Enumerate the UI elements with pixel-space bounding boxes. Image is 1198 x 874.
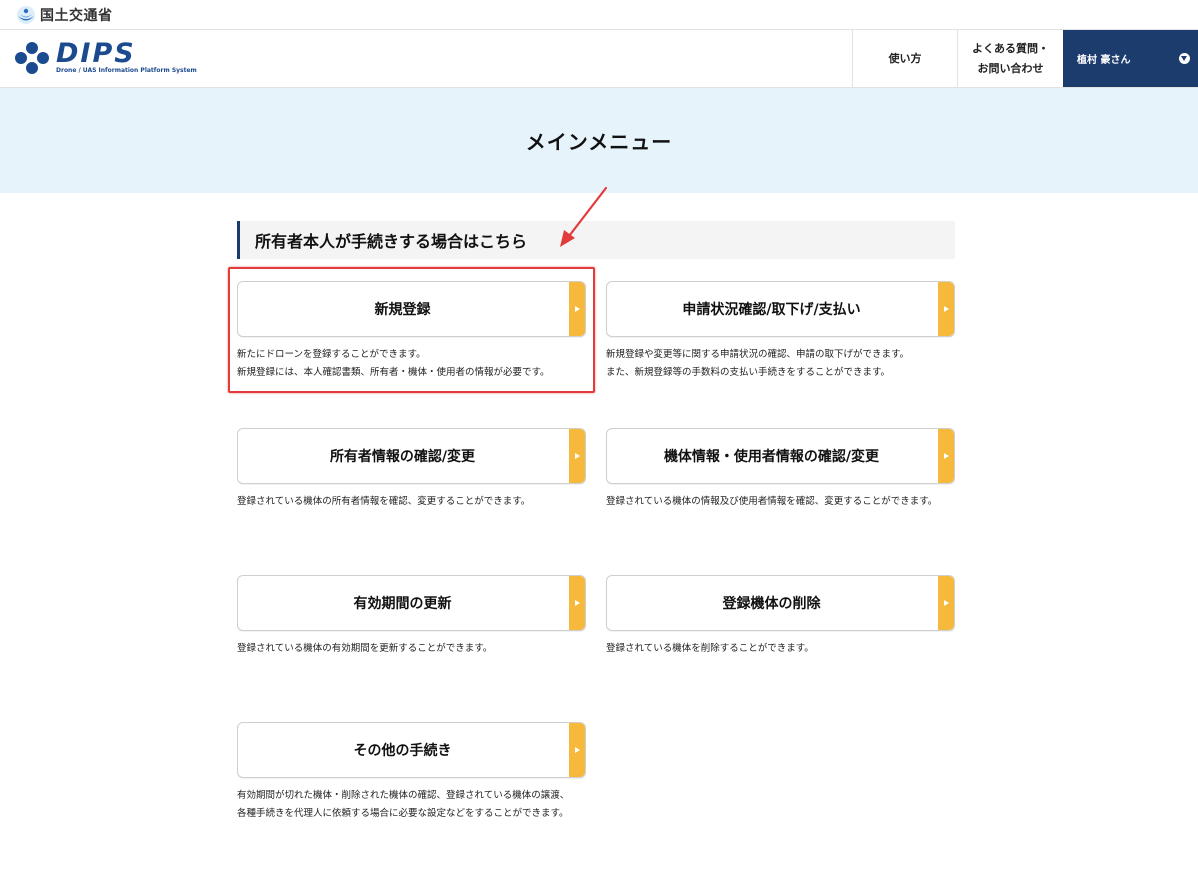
menu-button-label: 登録機体の削除 — [722, 596, 821, 612]
user-name: 植村 豪さん — [1077, 55, 1131, 66]
menu-button-label: 機体情報・使用者情報の確認/変更 — [663, 449, 880, 465]
nav-faq-label-line1: よくある質問・ — [972, 41, 1049, 55]
site-header: DIPS Drone / UAS Information Platform Sy… — [0, 30, 1198, 88]
ministry-bar: 国土交通省 — [0, 0, 1198, 30]
menu-description-line: 登録されている機体を削除することができます。 — [606, 643, 814, 654]
user-menu[interactable]: 植村 豪さん — [1063, 30, 1198, 87]
delete-aircraft-button[interactable]: 登録機体の削除 — [606, 575, 955, 631]
annotation-highlight-box — [228, 267, 595, 393]
menu-description-line: 新規登録や変更等に関する申請状況の確認、申請の取下げができます。 — [606, 349, 910, 360]
nav-faq-label-line2: お問い合わせ — [977, 61, 1044, 75]
menu-card-aircraft-user-info: 機体情報・使用者情報の確認/変更 登録されている機体の情報及び使用者情報を確認、… — [606, 428, 955, 511]
menu-description-line: 登録されている機体の所有者情報を確認、変更することができます。 — [237, 496, 531, 507]
application-status-button[interactable]: 申請状況確認/取下げ/支払い — [606, 281, 955, 337]
aircraft-user-info-button[interactable]: 機体情報・使用者情報の確認/変更 — [606, 428, 955, 484]
dips-logo-text: DIPS — [56, 38, 136, 69]
mlit-logo-icon — [17, 5, 35, 24]
menu-description: 登録されている機体を削除することができます。 — [606, 640, 955, 658]
menu-description-line: 各種手続きを代理人に依頼する場合に必要な設定などをすることができます。 — [237, 808, 569, 819]
arrow-right-icon — [569, 723, 585, 777]
menu-card-delete-aircraft: 登録機体の削除 登録されている機体を削除することができます。 — [606, 575, 955, 658]
menu-card-other-procedures: その他の手続き 有効期間が切れた機体・削除された機体の確認、登録されている機体の… — [237, 722, 586, 823]
annotation-arrow-icon — [560, 186, 608, 247]
menu-card-owner-info: 所有者情報の確認/変更 登録されている機体の所有者情報を確認、変更することができ… — [237, 428, 586, 511]
nav-faq-contact[interactable]: よくある質問・ お問い合わせ — [957, 30, 1063, 87]
page-hero: メインメニュー — [0, 88, 1198, 193]
menu-card-application-status: 申請状況確認/取下げ/支払い 新規登録や変更等に関する申請状況の確認、申請の取下… — [606, 281, 955, 382]
other-procedures-button[interactable]: その他の手続き — [237, 722, 586, 778]
menu-button-label: その他の手続き — [353, 743, 452, 759]
chevron-down-icon[interactable] — [1179, 53, 1190, 64]
page-title: メインメニュー — [525, 130, 673, 154]
arrow-right-icon — [938, 576, 954, 630]
menu-description-line: 登録されている機体の情報及び使用者情報を確認、変更することができます。 — [606, 496, 938, 507]
dips-logo-subtitle: Drone / UAS Information Platform System — [56, 67, 197, 74]
ministry-logo[interactable]: 国土交通省 — [16, 5, 113, 25]
arrow-right-icon — [569, 429, 585, 483]
menu-button-label: 所有者情報の確認/変更 — [329, 449, 476, 465]
nav-howto[interactable]: 使い方 — [852, 30, 957, 87]
arrow-right-icon — [569, 576, 585, 630]
ministry-name: 国土交通省 — [40, 7, 113, 24]
menu-description: 登録されている機体の有効期間を更新することができます。 — [237, 640, 586, 658]
menu-card-renewal: 有効期間の更新 登録されている機体の有効期間を更新することができます。 — [237, 575, 586, 658]
renewal-button[interactable]: 有効期間の更新 — [237, 575, 586, 631]
nav-howto-label: 使い方 — [888, 51, 922, 65]
menu-description: 新規登録や変更等に関する申請状況の確認、申請の取下げができます。 また、新規登録… — [606, 346, 955, 382]
owner-info-button[interactable]: 所有者情報の確認/変更 — [237, 428, 586, 484]
menu-description-line: また、新規登録等の手数料の支払い手続きをすることができます。 — [606, 367, 891, 378]
menu-button-label: 申請状況確認/取下げ/支払い — [682, 302, 861, 318]
menu-description-line: 登録されている機体の有効期間を更新することができます。 — [237, 643, 493, 654]
menu-description: 登録されている機体の所有者情報を確認、変更することができます。 — [237, 493, 586, 511]
menu-button-label: 有効期間の更新 — [353, 596, 452, 612]
dips-logo[interactable]: DIPS Drone / UAS Information Platform Sy… — [14, 40, 197, 75]
menu-description: 有効期間が切れた機体・削除された機体の確認、登録されている機体の譲渡、 各種手続… — [237, 787, 586, 823]
menu-description-line: 有効期間が切れた機体・削除された機体の確認、登録されている機体の譲渡、 — [237, 790, 570, 801]
arrow-right-icon — [938, 429, 954, 483]
arrow-right-icon — [938, 282, 954, 336]
dips-logo-icon — [15, 41, 49, 74]
menu-description: 登録されている機体の情報及び使用者情報を確認、変更することができます。 — [606, 493, 955, 511]
